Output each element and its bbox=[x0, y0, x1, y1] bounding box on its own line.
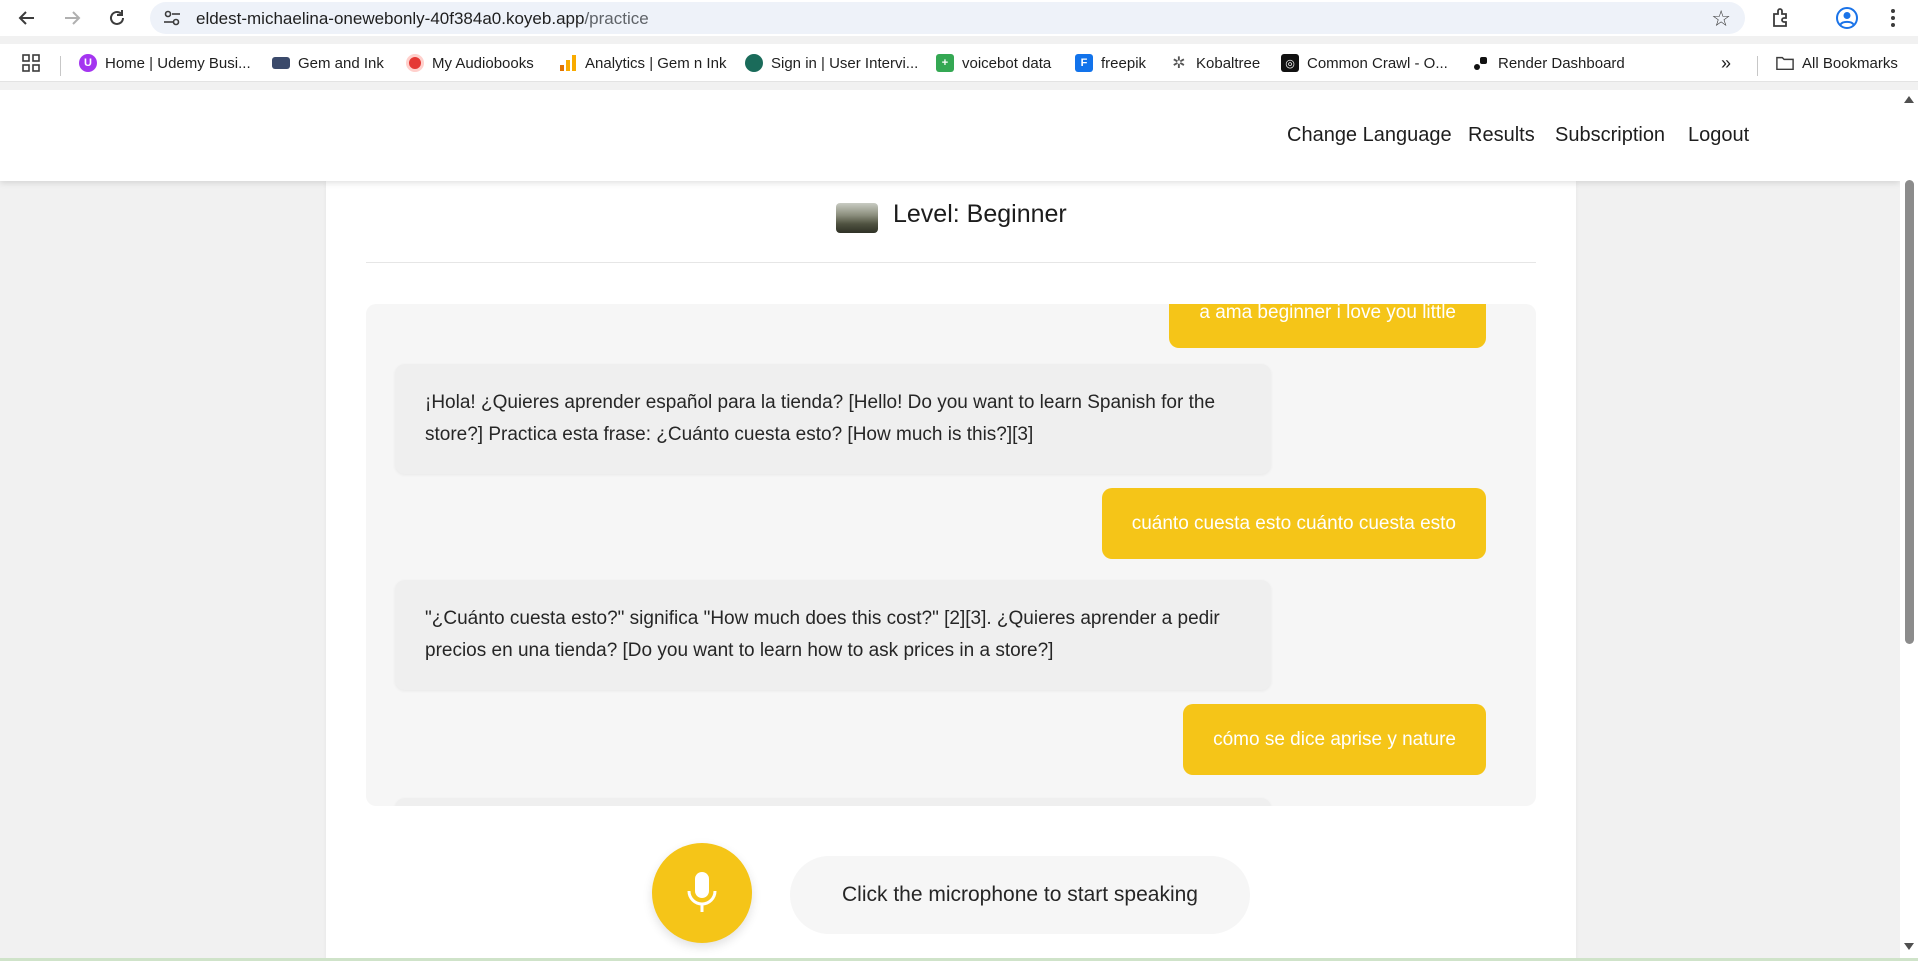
level-title: Level: Beginner bbox=[893, 200, 1067, 228]
analytics-icon bbox=[559, 54, 577, 72]
microphone-icon bbox=[687, 872, 717, 912]
level-header: Level: Beginner bbox=[326, 181, 1576, 263]
nav-subscription[interactable]: Subscription bbox=[1555, 124, 1665, 147]
top-navigation: Change Language Results Subscription Log… bbox=[0, 90, 1900, 181]
audiobooks-icon bbox=[406, 54, 424, 72]
profile-icon[interactable] bbox=[1833, 4, 1861, 32]
bookmark-common-crawl[interactable]: ◎ Common Crawl - O... bbox=[1281, 50, 1448, 76]
sheets-icon: + bbox=[936, 54, 954, 72]
bookmark-render-dashboard[interactable]: Render Dashboard bbox=[1472, 50, 1625, 76]
reload-icon[interactable] bbox=[103, 4, 131, 32]
menu-kebab-icon[interactable] bbox=[1879, 4, 1907, 32]
bookmark-gem-and-ink[interactable]: Gem and Ink bbox=[272, 50, 384, 76]
bookmark-udemy[interactable]: U Home | Udemy Busi... bbox=[79, 50, 251, 76]
bookmark-freepik[interactable]: Ffreepik bbox=[1075, 50, 1146, 76]
address-bar[interactable]: eldest-michaelina-onewebonly-40f384a0.ko… bbox=[150, 2, 1745, 34]
nav-results[interactable]: Results bbox=[1468, 124, 1535, 147]
bookmark-analytics[interactable]: Analytics | Gem n Ink bbox=[559, 50, 726, 76]
forward-arrow-icon[interactable] bbox=[58, 4, 86, 32]
back-arrow-icon[interactable] bbox=[13, 4, 41, 32]
bookmark-voicebot-data[interactable]: + voicebot data bbox=[936, 50, 1051, 76]
page-scrollbar[interactable] bbox=[1900, 90, 1918, 961]
bookmark-user-interviews[interactable]: Sign in | User Intervi... bbox=[745, 50, 918, 76]
common-crawl-icon: ◎ bbox=[1281, 54, 1299, 72]
freepik-icon: F bbox=[1075, 54, 1093, 72]
render-icon bbox=[1472, 54, 1490, 72]
url-text: eldest-michaelina-onewebonly-40f384a0.ko… bbox=[196, 9, 649, 28]
header-divider bbox=[366, 262, 1536, 263]
kobaltree-icon: ✲ bbox=[1172, 55, 1186, 72]
bot-message: ¡Hola! ¿Quieres aprender español para la… bbox=[395, 364, 1271, 474]
page-scroll-thumb[interactable] bbox=[1905, 180, 1914, 644]
bot-message: "¿Cuánto cuesta esto?" significa "How mu… bbox=[395, 580, 1271, 690]
bookmark-star-icon[interactable]: ☆ bbox=[1711, 6, 1731, 32]
site-settings-icon[interactable] bbox=[162, 8, 182, 28]
user-interviews-icon bbox=[745, 54, 763, 72]
apps-grid-icon[interactable] bbox=[22, 50, 40, 76]
extensions-icon[interactable] bbox=[1767, 4, 1795, 32]
speech-status: Click the microphone to start speaking bbox=[790, 856, 1250, 934]
nav-change-language[interactable]: Change Language bbox=[1287, 124, 1452, 147]
all-bookmarks-folder[interactable]: All Bookmarks bbox=[1776, 50, 1898, 76]
bookmark-separator bbox=[60, 56, 61, 76]
page-scroll-down-arrow[interactable] bbox=[1904, 943, 1914, 950]
user-message: cómo se dice aprise y nature bbox=[1183, 704, 1486, 775]
user-message: cuánto cuesta esto cuánto cuesta esto bbox=[1101, 488, 1486, 559]
bookmarks-overflow-button[interactable]: » bbox=[1721, 50, 1731, 76]
folder-icon bbox=[1776, 54, 1794, 72]
microphone-button[interactable] bbox=[652, 843, 752, 943]
bookmark-separator bbox=[1757, 56, 1758, 76]
page-scroll-up-arrow[interactable] bbox=[1904, 96, 1914, 103]
bookmark-kobaltree[interactable]: ✲ Kobaltree bbox=[1170, 50, 1260, 76]
browser-toolbar: eldest-michaelina-onewebonly-40f384a0.ko… bbox=[0, 0, 1918, 36]
nav-logout[interactable]: Logout bbox=[1688, 124, 1749, 147]
bot-message-partial bbox=[395, 798, 1271, 806]
bookmarks-bar: U Home | Udemy Busi... Gem and Ink My Aud… bbox=[0, 44, 1918, 82]
udemy-icon: U bbox=[79, 54, 97, 72]
level-thumbnail bbox=[836, 203, 878, 233]
practice-page: Change Language Results Subscription Log… bbox=[0, 90, 1900, 961]
bookmark-my-audiobooks[interactable]: My Audiobooks bbox=[406, 50, 534, 76]
user-message: a ama beginner i love you little bbox=[1169, 304, 1486, 348]
chat-window[interactable]: a ama beginner i love you little ¡Hola! … bbox=[366, 304, 1536, 806]
gem-ink-icon bbox=[272, 57, 290, 69]
